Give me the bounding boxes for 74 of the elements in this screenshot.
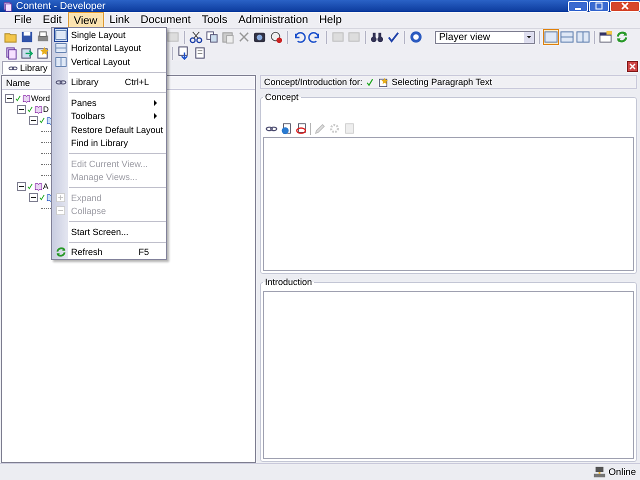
header-label: Concept/Introduction for:: [264, 77, 363, 87]
minimize-button[interactable]: [568, 0, 588, 12]
expand-icon: [54, 192, 66, 204]
maximize-icon: [595, 2, 603, 10]
expander-icon[interactable]: [17, 182, 26, 191]
favorite-icon[interactable]: [36, 46, 50, 60]
topic-icon: [378, 76, 389, 88]
single-layout-icon[interactable]: [544, 30, 558, 44]
menu-item[interactable]: File: [9, 12, 38, 28]
window-title: Content - Developer: [16, 0, 106, 12]
check-icon: [366, 78, 375, 86]
tab[interactable]: Library: [2, 61, 54, 74]
binoculars-icon[interactable]: [370, 30, 384, 44]
vertical-layout-icon: [54, 56, 66, 68]
menu-entry[interactable]: Horizontal Layout: [52, 42, 166, 55]
menu-entry[interactable]: Find in Library: [52, 136, 166, 150]
dropdown-arrow-icon[interactable]: [526, 34, 532, 40]
horizontal-layout-icon: [54, 42, 66, 54]
menu-entry[interactable]: Start Screen...: [52, 225, 166, 238]
help-icon[interactable]: [409, 30, 423, 44]
download-icon[interactable]: [177, 46, 191, 60]
camera-icon[interactable]: [253, 30, 267, 44]
maximize-button[interactable]: [589, 0, 609, 12]
menu-item[interactable]: Edit: [38, 12, 68, 28]
menu-entry[interactable]: Toolbars: [52, 110, 166, 123]
refresh-icon: [54, 246, 66, 258]
menu-entry[interactable]: Refresh F5: [52, 246, 166, 259]
menu-item[interactable]: Help: [314, 12, 348, 28]
single-layout-icon: [54, 28, 66, 41]
menu-entry[interactable]: Restore Default Layout: [52, 123, 166, 136]
printer-icon[interactable]: [36, 30, 50, 44]
redo-icon[interactable]: [308, 30, 322, 44]
close-icon: [629, 63, 636, 70]
expander-icon[interactable]: [17, 105, 26, 114]
copy-icon[interactable]: [205, 30, 219, 44]
spell-check-icon[interactable]: [386, 30, 400, 44]
network-icon: [592, 466, 606, 478]
unlink-icon[interactable]: [295, 122, 308, 135]
document-icon[interactable]: [4, 46, 18, 60]
menu-item[interactable]: Administration: [233, 12, 314, 28]
menu-item[interactable]: Link: [104, 12, 136, 28]
expander-icon[interactable]: [29, 116, 38, 125]
expander-icon[interactable]: [29, 193, 38, 202]
clipboard-icon[interactable]: [193, 46, 207, 60]
globe-document-icon[interactable]: [280, 122, 293, 135]
send-icon[interactable]: [20, 46, 34, 60]
menu-item[interactable]: Tools: [196, 12, 234, 28]
tree-item[interactable]: D: [43, 105, 49, 114]
close-icon: [621, 2, 629, 10]
close-button[interactable]: [610, 0, 640, 12]
undo-icon[interactable]: [292, 30, 306, 44]
menu-entry[interactable]: Library Ctrl+L: [52, 76, 166, 89]
view-dropdown[interactable]: Player view: [435, 30, 535, 44]
menu-entry[interactable]: Vertical Layout: [52, 55, 166, 68]
horizontal-layout-icon[interactable]: [560, 30, 574, 44]
window-icon[interactable]: [599, 30, 613, 44]
menu-entry[interactable]: Panes: [52, 96, 166, 110]
vertical-layout-icon[interactable]: [576, 30, 590, 44]
close-pane-button[interactable]: [627, 61, 638, 72]
topic-title: Selecting Paragraph Text: [392, 77, 492, 87]
tree-item[interactable]: Word: [31, 94, 50, 103]
connection-status: Online: [608, 466, 636, 478]
save-icon[interactable]: [20, 30, 34, 44]
group-title: Introduction: [264, 277, 314, 287]
cut-icon[interactable]: [189, 30, 203, 44]
expander-icon[interactable]: [5, 94, 14, 103]
group-title: Concept: [264, 92, 300, 102]
preview-icon[interactable]: [269, 30, 283, 44]
collapse-icon: [54, 205, 66, 218]
menu-item[interactable]: Document: [136, 12, 197, 28]
app-icon: [2, 0, 13, 12]
tree-item[interactable]: A: [43, 182, 48, 191]
menu-item[interactable]: View: [68, 12, 104, 28]
menu-entry[interactable]: Single Layout: [52, 28, 166, 42]
